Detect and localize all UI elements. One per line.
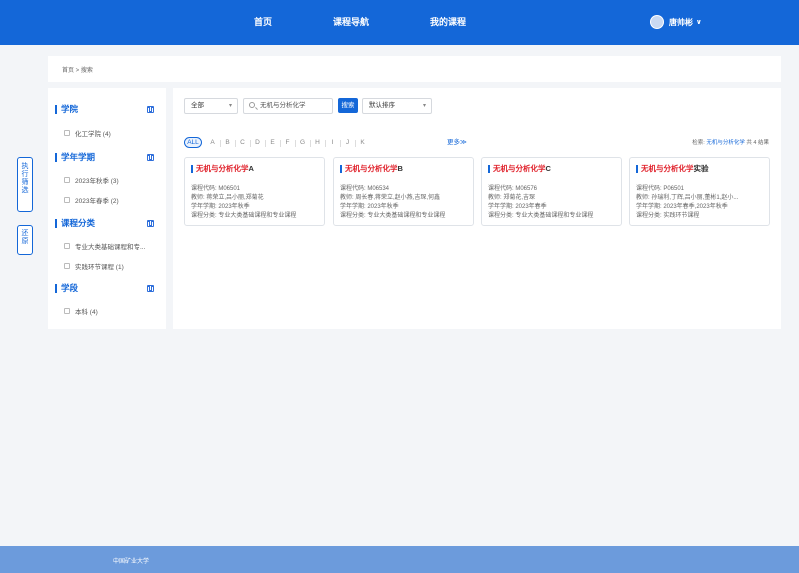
course-category: 课程分类: 专业大类基础课程和专业课程 bbox=[340, 213, 446, 219]
course-code: 课程代码: M06501 bbox=[191, 186, 241, 192]
scope-select[interactable]: 全部 ▾ bbox=[184, 98, 238, 114]
checkbox[interactable] bbox=[64, 197, 70, 203]
sort-select[interactable]: 默认排序 ▾ bbox=[362, 98, 432, 114]
course-card[interactable]: 无机与分析化学C 课程代码: M06576 教师: 郑菊花,吉琛 学年学期: 2… bbox=[481, 157, 622, 226]
course-category: 课程分类: 专业大类基础课程和专业课程 bbox=[488, 213, 594, 219]
letter-item[interactable]: I bbox=[325, 139, 340, 147]
filter-option[interactable]: 专业大类基础课程和专... bbox=[64, 241, 145, 251]
search-button[interactable]: 搜索 bbox=[338, 98, 358, 113]
breadcrumb: 首页 > 搜索 bbox=[62, 68, 93, 74]
top-nav: 首页 课程导航 我的课程 唐帅彬 ∨ bbox=[0, 0, 799, 45]
filter-option[interactable]: 化工学院 (4) bbox=[64, 128, 111, 138]
course-term: 学年学期: 2023年秋季 bbox=[340, 204, 399, 210]
user-menu[interactable]: 唐帅彬 ∨ bbox=[650, 14, 702, 30]
letter-item[interactable]: G bbox=[295, 139, 310, 147]
search-icon bbox=[249, 102, 255, 108]
course-term: 学年学期: 2023年春季,2023年秋季 bbox=[636, 204, 728, 210]
nav-my-courses[interactable]: 我的课程 bbox=[430, 0, 466, 45]
filter-option[interactable]: 2023年秋季 (3) bbox=[64, 175, 119, 185]
section-title-college: 学院 bbox=[55, 105, 78, 114]
letter-item[interactable]: H bbox=[310, 139, 325, 147]
checkbox[interactable] bbox=[64, 263, 70, 269]
chevron-down-icon: ▾ bbox=[228, 103, 232, 109]
filter-sidebar: 学院 化工学院 (4) 学年学期 2023年秋季 (3) 2023年春季 (2)… bbox=[48, 88, 166, 329]
footer: 中国矿业大学 bbox=[0, 546, 799, 573]
course-term: 学年学期: 2023年春季 bbox=[488, 204, 547, 210]
chart-icon[interactable] bbox=[147, 220, 154, 227]
checkbox[interactable] bbox=[64, 243, 70, 249]
course-term: 学年学期: 2023年秋季 bbox=[191, 204, 250, 210]
letter-item[interactable]: B bbox=[220, 139, 235, 147]
letter-item[interactable]: C bbox=[235, 139, 250, 147]
results-panel: 全部 ▾ 无机与分析化学 搜索 默认排序 ▾ ALL A B C D E F G H… bbox=[173, 88, 781, 329]
chart-icon[interactable] bbox=[147, 154, 154, 161]
course-teacher: 教师: 孙瑞利,丁辉,吕小丽,董彬1,赵小... bbox=[636, 195, 739, 201]
more-letters-link[interactable]: 更多≫ bbox=[447, 137, 467, 148]
course-title[interactable]: 无机与分析化学B bbox=[340, 165, 403, 173]
course-code: 课程代码: P06501 bbox=[636, 186, 685, 192]
course-title[interactable]: 无机与分析化学实验 bbox=[636, 165, 709, 173]
footer-text: 中国矿业大学 bbox=[113, 559, 150, 565]
course-code: 课程代码: M06576 bbox=[488, 186, 538, 192]
course-code: 课程代码: M06534 bbox=[340, 186, 390, 192]
nav-course-guide[interactable]: 课程导航 bbox=[333, 0, 369, 45]
course-category: 课程分类: 实践环节课程 bbox=[636, 213, 700, 219]
course-card[interactable]: 无机与分析化学实验 课程代码: P06501 教师: 孙瑞利,丁辉,吕小丽,董彬… bbox=[629, 157, 770, 226]
nav-home[interactable]: 首页 bbox=[254, 0, 272, 45]
letter-all[interactable]: ALL bbox=[184, 137, 202, 148]
chart-icon[interactable] bbox=[147, 285, 154, 292]
course-teacher: 教师: 周长春,蒋荣立,赵小燕,吉琛,何鑫 bbox=[340, 195, 441, 201]
chevron-down-icon: ∨ bbox=[696, 19, 702, 26]
letter-item[interactable]: E bbox=[265, 139, 280, 147]
letter-item[interactable]: J bbox=[340, 139, 355, 147]
section-title-category: 课程分类 bbox=[55, 219, 95, 228]
user-name: 唐帅彬 bbox=[669, 17, 693, 27]
course-card[interactable]: 无机与分析化学A 课程代码: M06501 教师: 蒋荣立,吕小丽,郑菊花 学年… bbox=[184, 157, 325, 226]
course-category: 课程分类: 专业大类基础课程和专业课程 bbox=[191, 213, 297, 219]
result-summary: 检索: 无机与分析化学 共 4 结果 bbox=[692, 140, 769, 146]
checkbox[interactable] bbox=[64, 177, 70, 183]
section-title-term: 学年学期 bbox=[55, 153, 95, 162]
letter-item[interactable]: K bbox=[355, 139, 370, 147]
course-card[interactable]: 无机与分析化学B 课程代码: M06534 教师: 周长春,蒋荣立,赵小燕,吉琛… bbox=[333, 157, 474, 226]
filter-option[interactable]: 实践环节课程 (1) bbox=[64, 261, 124, 271]
chart-icon[interactable] bbox=[147, 106, 154, 113]
apply-filter-button[interactable]: 执行筛选 bbox=[17, 157, 33, 212]
checkbox[interactable] bbox=[64, 308, 70, 314]
course-teacher: 教师: 郑菊花,吉琛 bbox=[488, 195, 536, 201]
search-input[interactable]: 无机与分析化学 bbox=[243, 98, 333, 114]
letter-item[interactable]: A bbox=[205, 139, 220, 146]
course-teacher: 教师: 蒋荣立,吕小丽,郑菊花 bbox=[191, 195, 264, 201]
course-title[interactable]: 无机与分析化学A bbox=[191, 165, 254, 173]
filter-option[interactable]: 2023年春季 (2) bbox=[64, 195, 119, 205]
chevron-down-icon: ▾ bbox=[422, 103, 426, 109]
letter-filter: ALL A B C D E F G H I J K bbox=[184, 137, 370, 148]
reset-button[interactable]: 还原 bbox=[17, 225, 33, 255]
section-title-level: 学段 bbox=[55, 284, 78, 293]
breadcrumb-bar: 首页 > 搜索 bbox=[48, 56, 781, 82]
letter-item[interactable]: D bbox=[250, 139, 265, 147]
filter-option[interactable]: 本科 (4) bbox=[64, 306, 98, 316]
letter-item[interactable]: F bbox=[280, 139, 295, 147]
course-title[interactable]: 无机与分析化学C bbox=[488, 165, 551, 173]
avatar bbox=[650, 15, 664, 29]
checkbox[interactable] bbox=[64, 130, 70, 136]
